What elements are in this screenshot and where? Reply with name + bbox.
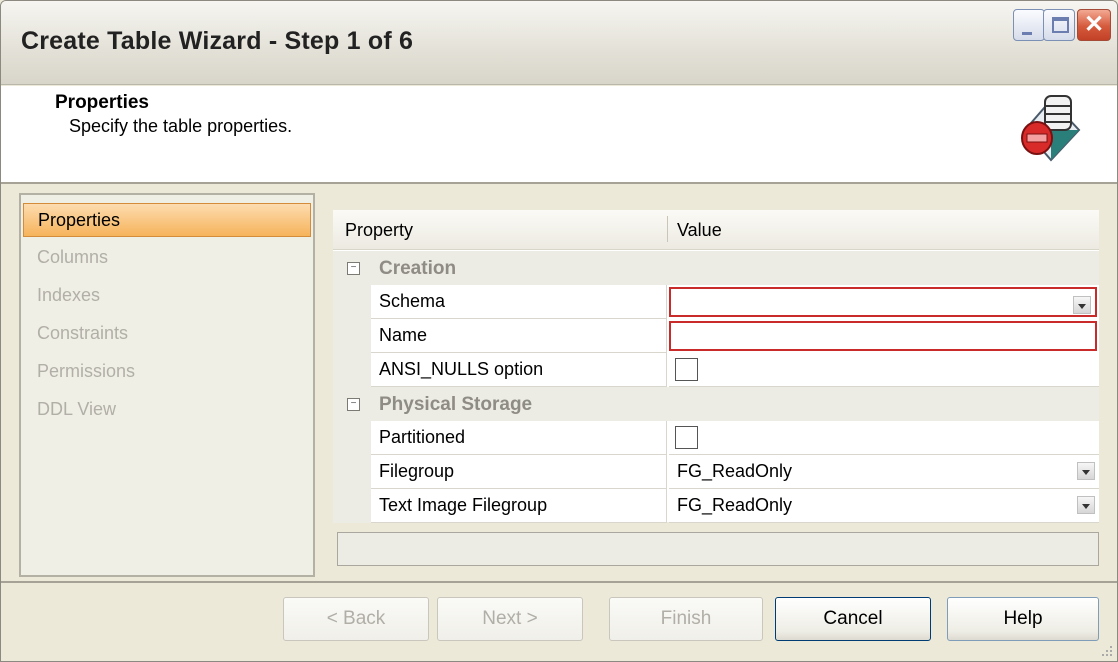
wizard-step-list: Properties Columns Indexes Constraints P… [19,193,315,577]
text-image-filegroup-value: FG_ReadOnly [677,495,793,515]
property-row-schema: Schema [333,285,1099,319]
cancel-button[interactable]: Cancel [775,597,931,641]
partitioned-value-cell [669,421,1099,455]
column-header-value: Value [677,220,722,240]
chevron-down-icon[interactable] [1073,296,1091,314]
help-button[interactable]: Help [947,597,1099,641]
collapse-icon[interactable]: − [347,398,360,411]
column-header-property: Property [345,220,414,240]
next-button[interactable]: Next > [437,597,583,641]
wizard-header: Properties Specify the table properties. [1,86,1117,184]
nav-item-columns[interactable]: Columns [23,241,311,275]
title-bar[interactable]: Create Table Wizard - Step 1 of 6 ✕ [1,1,1117,85]
category-row-physical-storage[interactable]: − Physical Storage [333,387,1099,421]
partitioned-checkbox[interactable] [675,426,698,449]
nav-item-indexes[interactable]: Indexes [23,279,311,313]
back-button[interactable]: < Back [283,597,429,641]
property-row-text-image-filegroup: Text Image Filegroup FG_ReadOnly [333,489,1099,523]
maximize-icon [1052,17,1069,33]
property-name: Schema [371,285,667,319]
property-row-filegroup: Filegroup FG_ReadOnly [333,455,1099,489]
minimize-icon [1022,32,1032,35]
property-row-ansi-nulls: ANSI_NULLS option [333,353,1099,387]
property-name: Filegroup [371,455,667,489]
category-row-creation[interactable]: − Creation [333,251,1099,285]
nav-item-properties[interactable]: Properties [23,203,311,237]
ansi-nulls-checkbox[interactable] [675,358,698,381]
property-name: Name [371,319,667,353]
property-name: Text Image Filegroup [371,489,667,523]
step-title: Properties [55,92,149,113]
maximize-button[interactable] [1043,9,1075,41]
minimize-button[interactable] [1013,9,1045,41]
nav-item-permissions[interactable]: Permissions [23,355,311,389]
category-label: Physical Storage [379,394,533,415]
step-description: Specify the table properties. [69,116,293,136]
property-name: Partitioned [371,421,667,455]
chevron-down-icon[interactable] [1077,496,1095,514]
category-label: Creation [379,258,457,279]
text-image-filegroup-dropdown[interactable]: FG_ReadOnly [669,489,1099,523]
nav-item-constraints[interactable]: Constraints [23,317,311,351]
footer-divider [1,581,1117,583]
grid-header: Property Value [333,210,1099,250]
finish-button[interactable]: Finish [609,597,763,641]
create-table-wizard-window: Create Table Wizard - Step 1 of 6 ✕ Prop… [0,0,1118,662]
collapse-icon[interactable]: − [347,262,360,275]
close-icon: ✕ [1083,11,1105,38]
resize-grip-icon[interactable] [1097,641,1115,659]
filegroup-dropdown[interactable]: FG_ReadOnly [669,455,1099,489]
database-table-icon [1021,95,1081,162]
property-row-partitioned: Partitioned [333,421,1099,455]
property-name: ANSI_NULLS option [371,353,667,387]
window-title: Create Table Wizard - Step 1 of 6 [21,27,414,55]
property-grid: Property Value − Creation Schema Name AN… [333,210,1099,523]
close-button[interactable]: ✕ [1077,9,1111,41]
chevron-down-icon[interactable] [1077,462,1095,480]
nav-item-ddl-view[interactable]: DDL View [23,393,311,427]
column-divider[interactable] [667,216,668,242]
ansi-nulls-value-cell [669,353,1099,387]
name-input[interactable] [669,321,1097,351]
property-row-name: Name [333,319,1099,353]
property-description-box [337,532,1099,566]
schema-dropdown[interactable] [669,287,1097,317]
filegroup-value: FG_ReadOnly [677,461,793,481]
